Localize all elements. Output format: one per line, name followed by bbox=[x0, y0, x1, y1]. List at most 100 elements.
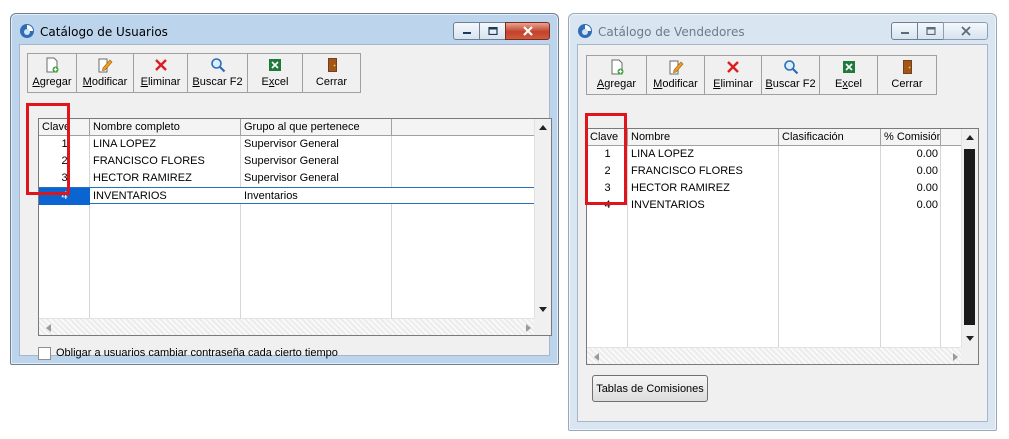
delete-x-icon bbox=[725, 59, 741, 75]
cell-nombre: LINA LOPEZ bbox=[93, 138, 156, 150]
cell-grupo: Supervisor General bbox=[244, 138, 339, 150]
table-row[interactable]: 2 FRANCISCO FLORES 0.00 bbox=[587, 163, 941, 180]
cell-comision: 0.00 bbox=[916, 165, 938, 177]
column-header-nombre[interactable]: Nombre completo bbox=[90, 119, 241, 136]
excel-button[interactable]: Excel bbox=[248, 54, 303, 92]
cell-grupo: Supervisor General bbox=[244, 155, 339, 167]
horizontal-scrollbar[interactable] bbox=[39, 318, 536, 335]
close-button[interactable] bbox=[943, 22, 988, 40]
eliminar-button[interactable]: Eliminar bbox=[705, 56, 762, 94]
cell-nombre: INVENTARIOS bbox=[631, 199, 705, 211]
cell-grupo: Supervisor General bbox=[244, 172, 339, 184]
modificar-button[interactable]: Modificar bbox=[647, 56, 705, 94]
column-header-nombre[interactable]: Nombre bbox=[628, 129, 779, 146]
search-magnifier-icon bbox=[210, 57, 226, 73]
highlight-box bbox=[585, 113, 627, 205]
scroll-left-button[interactable] bbox=[588, 348, 604, 364]
maximize-icon bbox=[925, 27, 936, 35]
caption-buttons bbox=[453, 22, 550, 40]
cell-comision: 0.00 bbox=[916, 199, 938, 211]
toolbar-label: Agregar bbox=[32, 76, 72, 88]
scroll-down-button[interactable] bbox=[962, 330, 978, 347]
column-header-empty bbox=[941, 129, 961, 146]
close-icon bbox=[960, 26, 971, 36]
vendedores-toolbar: Agregar Modificar Eliminar Buscar F2 Exc… bbox=[586, 55, 937, 95]
app-logo-icon bbox=[578, 24, 592, 38]
usuarios-grid[interactable]: Clave Nombre completo Grupo al que perte… bbox=[38, 118, 552, 336]
checkbox-label: Obligar a usuarios cambiar contraseña ca… bbox=[56, 347, 338, 359]
maximize-button[interactable] bbox=[917, 22, 944, 40]
vendedores-window: Catálogo de Vendedores Agregar Modificar… bbox=[568, 13, 997, 431]
cell-nombre: HECTOR RAMIREZ bbox=[93, 172, 192, 184]
scroll-left-button[interactable] bbox=[40, 319, 56, 335]
table-row[interactable]: 1 LINA LOPEZ 0.00 bbox=[587, 146, 941, 163]
arrow-up-icon bbox=[539, 125, 547, 130]
caption-buttons bbox=[891, 22, 988, 40]
horizontal-scrollbar[interactable] bbox=[587, 347, 963, 364]
vendedores-grid[interactable]: Clave Nombre Clasificación % Comisión 1 … bbox=[586, 128, 979, 365]
scroll-up-button[interactable] bbox=[962, 129, 978, 146]
toolbar-label: Modificar bbox=[653, 78, 698, 90]
scroll-corner bbox=[961, 347, 978, 364]
arrow-right-icon bbox=[952, 352, 958, 361]
toolbar-label: Modificar bbox=[82, 76, 128, 88]
vertical-scrollbar[interactable] bbox=[534, 119, 551, 318]
arrow-down-icon bbox=[966, 336, 974, 341]
table-row[interactable]: 1 LINA LOPEZ Supervisor General bbox=[39, 136, 392, 153]
eliminar-button[interactable]: Eliminar bbox=[134, 54, 188, 92]
cell-clasificacion bbox=[779, 146, 881, 163]
window-title: Catálogo de Usuarios bbox=[40, 25, 168, 39]
column-header-empty bbox=[392, 119, 534, 136]
excel-icon bbox=[841, 59, 857, 75]
toolbar-label: Buscar F2 bbox=[192, 76, 243, 88]
app-logo-icon bbox=[20, 24, 34, 38]
cerrar-button[interactable]: Cerrar bbox=[303, 54, 360, 92]
table-row[interactable]: 3 HECTOR RAMIREZ Supervisor General bbox=[39, 170, 392, 187]
buscar-button[interactable]: Buscar F2 bbox=[188, 54, 248, 92]
scroll-up-button[interactable] bbox=[535, 119, 551, 136]
table-row[interactable]: 3 HECTOR RAMIREZ 0.00 bbox=[587, 180, 941, 197]
buscar-button[interactable]: Buscar F2 bbox=[762, 56, 820, 94]
scroll-thumb[interactable] bbox=[964, 149, 975, 325]
toolbar-label: Eliminar bbox=[140, 76, 181, 88]
cell-clasificacion bbox=[779, 197, 881, 214]
table-row[interactable]: 4 INVENTARIOS 0.00 bbox=[587, 197, 941, 214]
cell-nombre: LINA LOPEZ bbox=[631, 148, 694, 160]
column-header-clasificacion[interactable]: Clasificación bbox=[779, 129, 881, 146]
tablas-de-comisiones-button[interactable]: Tablas de Comisiones bbox=[592, 375, 708, 402]
minimize-button[interactable] bbox=[891, 22, 918, 40]
vertical-scrollbar[interactable] bbox=[961, 129, 978, 347]
cell-comision: 0.00 bbox=[916, 148, 938, 160]
cell-nombre: FRANCISCO FLORES bbox=[93, 155, 205, 167]
minimize-button[interactable] bbox=[453, 22, 480, 40]
agregar-button[interactable]: Agregar bbox=[587, 56, 647, 94]
column-header-comision[interactable]: % Comisión bbox=[881, 129, 941, 146]
toolbar-label: Agregar bbox=[596, 78, 637, 90]
usuarios-toolbar: Agregar Modificar Eliminar Buscar F2 Exc… bbox=[27, 53, 361, 93]
excel-button[interactable]: Excel bbox=[820, 56, 878, 94]
window-title: Catálogo de Vendedores bbox=[598, 25, 745, 39]
cambiar-contrasena-checkbox[interactable] bbox=[38, 347, 51, 360]
toolbar-label: Cerrar bbox=[315, 76, 348, 88]
column-header-grupo[interactable]: Grupo al que pertenece bbox=[241, 119, 392, 136]
cell-clasificacion bbox=[779, 180, 881, 197]
close-icon bbox=[522, 26, 533, 36]
delete-x-icon bbox=[153, 57, 169, 73]
table-row[interactable]: 2 FRANCISCO FLORES Supervisor General bbox=[39, 153, 392, 170]
add-document-icon bbox=[44, 57, 60, 73]
table-row-selected[interactable]: 4 INVENTARIOS Inventarios bbox=[39, 187, 534, 205]
modificar-button[interactable]: Modificar bbox=[77, 54, 134, 92]
arrow-left-icon bbox=[593, 352, 599, 361]
vendedores-titlebar[interactable]: Catálogo de Vendedores bbox=[569, 14, 996, 44]
close-button[interactable] bbox=[505, 22, 550, 40]
usuarios-titlebar[interactable]: Catálogo de Usuarios bbox=[11, 14, 558, 44]
grid-header: Clave Nombre completo Grupo al que perte… bbox=[39, 119, 534, 136]
maximize-button[interactable] bbox=[479, 22, 506, 40]
scroll-down-button[interactable] bbox=[535, 301, 551, 318]
agregar-button[interactable]: Agregar bbox=[28, 54, 77, 92]
search-magnifier-icon bbox=[783, 59, 799, 75]
cell-comision: 0.00 bbox=[916, 182, 938, 194]
usuarios-window: Catálogo de Usuarios Agregar Modificar E… bbox=[10, 13, 559, 365]
cerrar-button[interactable]: Cerrar bbox=[878, 56, 936, 94]
minimize-icon bbox=[900, 32, 909, 34]
